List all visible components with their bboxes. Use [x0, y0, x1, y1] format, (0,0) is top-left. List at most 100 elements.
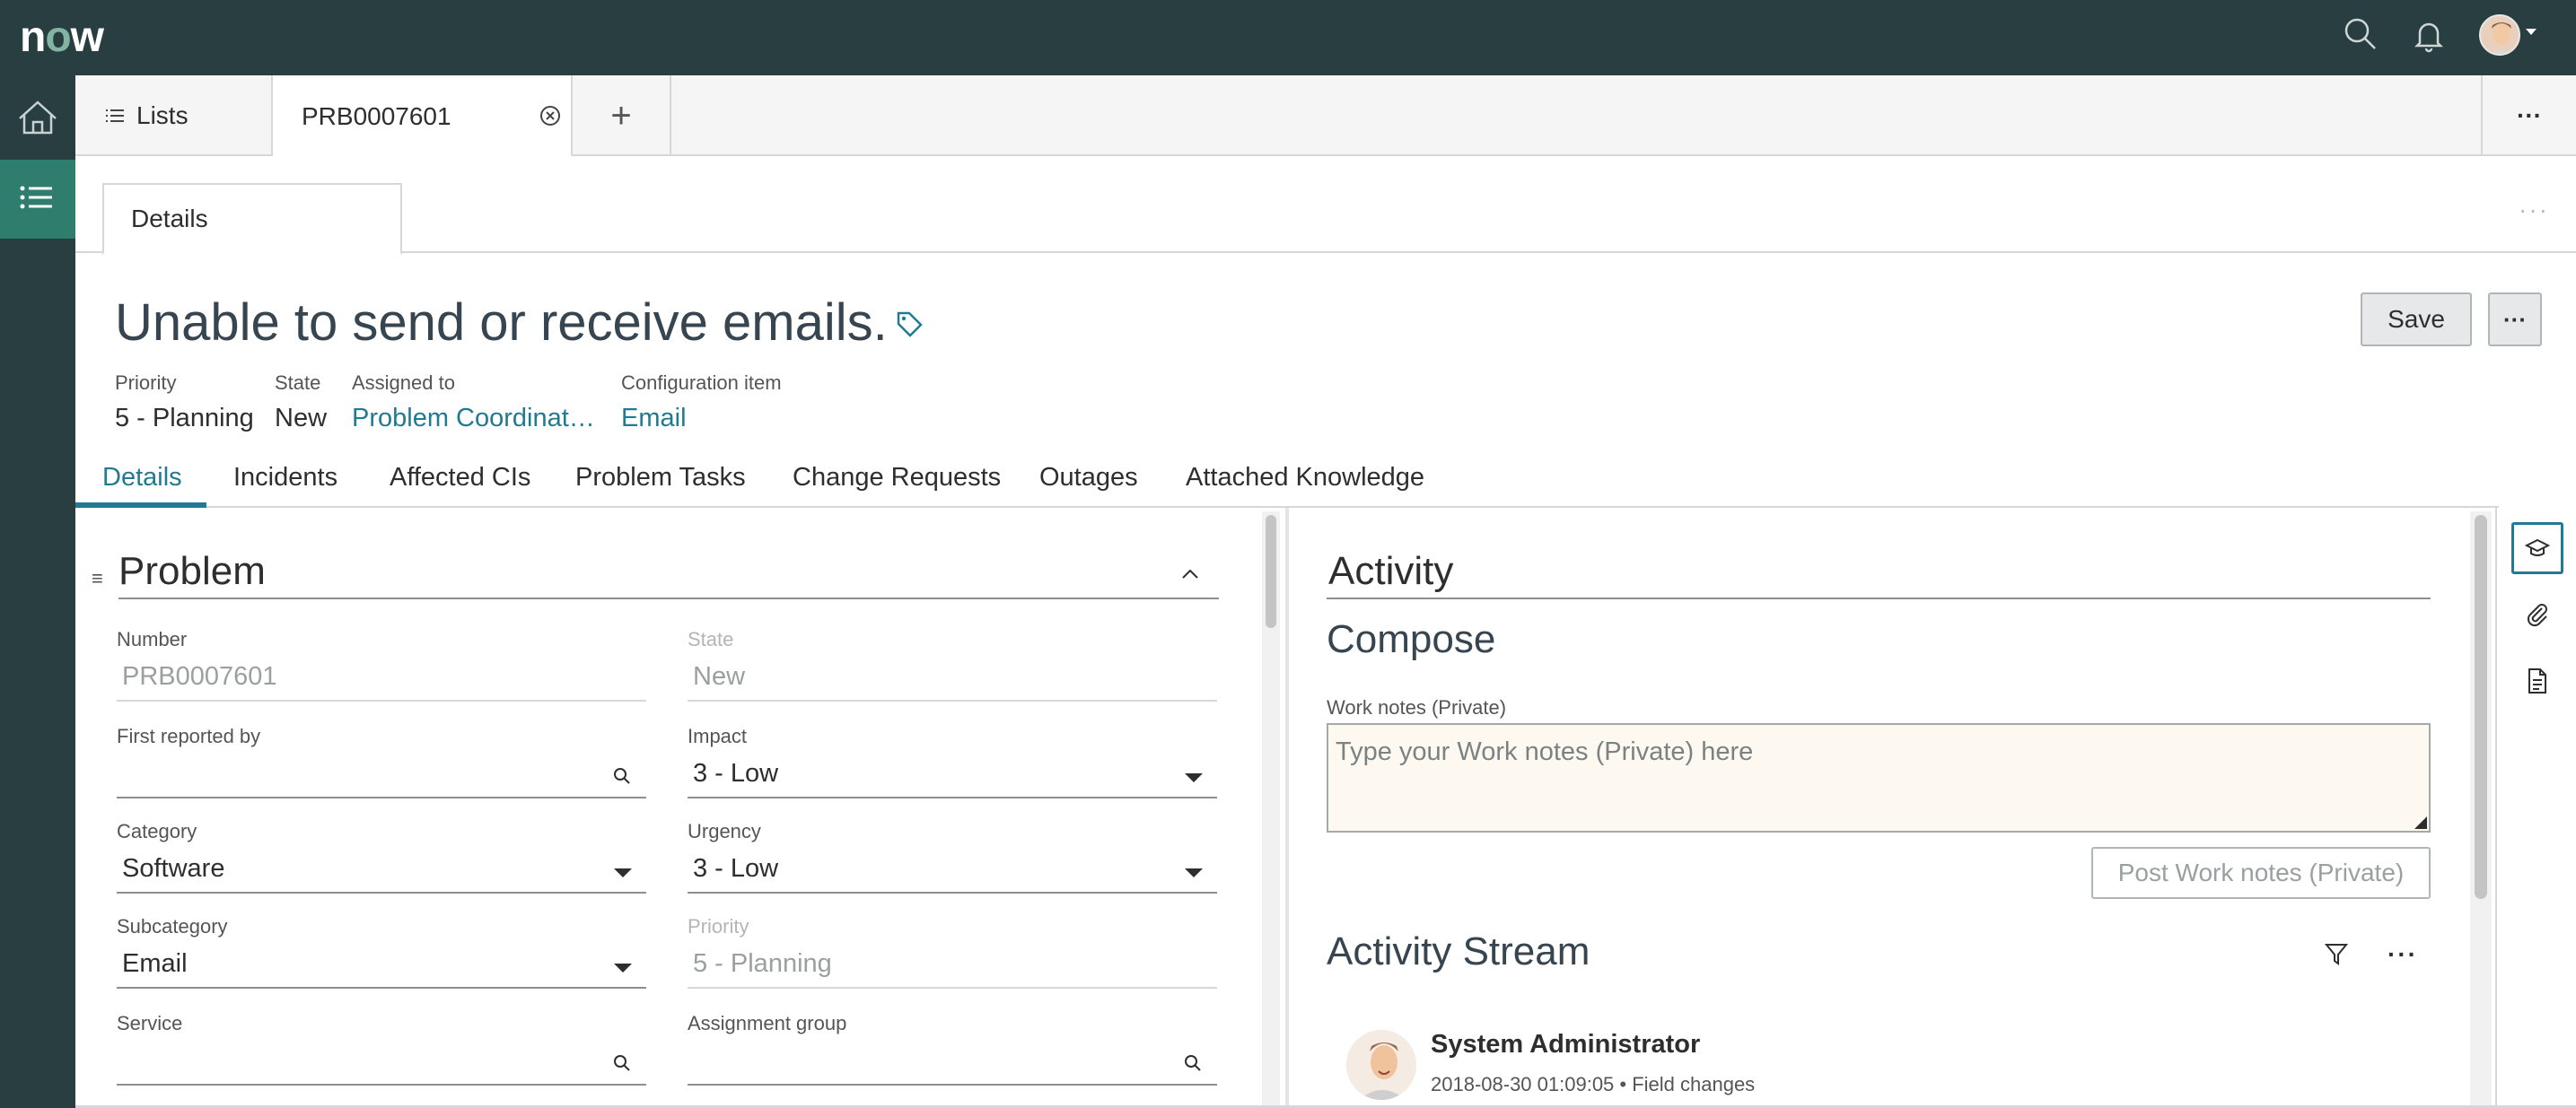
meta-state-label: State [275, 371, 321, 394]
tab-lists[interactable]: Lists [75, 75, 273, 156]
tab-bar-more-button[interactable]: ··· [2481, 75, 2576, 156]
close-tab-icon[interactable] [539, 104, 562, 127]
field-category[interactable]: Category Software [117, 820, 646, 894]
tab-details[interactable]: Details [102, 463, 182, 493]
field-label: Category [117, 820, 197, 842]
scrollbar-thumb[interactable] [2475, 515, 2487, 899]
field-label: Assignment group [688, 1012, 847, 1034]
post-work-notes-button[interactable]: Post Work notes (Private) [2091, 847, 2431, 899]
list-icon [20, 186, 52, 209]
meta-configuration-item: Configuration item Email [621, 371, 782, 433]
scrollbar-thumb[interactable] [1266, 515, 1276, 628]
chevron-up-icon[interactable] [1181, 565, 1199, 583]
field-label: Number [117, 628, 188, 650]
entry-meta: 2018-08-30 01:09:05 • Field changes [1431, 1073, 1756, 1095]
home-icon [19, 100, 57, 135]
activity-scrollbar[interactable] [2470, 511, 2492, 1108]
priority-value: 5 - Planning [693, 949, 832, 978]
urgency-select[interactable]: 3 - Low [693, 854, 778, 884]
search-icon[interactable] [612, 1053, 632, 1073]
field-label: First reported by [117, 725, 261, 747]
field-label: Service [117, 1012, 183, 1034]
form-scrollbar[interactable] [1262, 511, 1280, 1108]
work-notes-textarea[interactable]: Type your Work notes (Private) here [1327, 723, 2431, 833]
drag-handle-icon[interactable]: ≡ [92, 567, 103, 590]
resize-handle-icon[interactable] [2414, 816, 2427, 829]
field-first-reported-by[interactable]: First reported by [117, 725, 646, 798]
list-icon [106, 109, 124, 122]
tab-attached-knowledge[interactable]: Attached Knowledge [1186, 463, 1424, 493]
dropdown-caret-icon[interactable] [1185, 773, 1203, 782]
meta-assigned-link[interactable]: Problem Coordinat… [352, 404, 595, 433]
field-label: Impact [688, 725, 748, 747]
field-label: Urgency [688, 820, 761, 842]
subcategory-select[interactable]: Email [122, 949, 188, 979]
agent-assist-button[interactable] [2511, 522, 2563, 574]
field-underline [688, 1084, 1217, 1086]
form-subtab-bar: Details ··· [75, 156, 2576, 255]
compose-title: Compose [1327, 617, 1496, 661]
search-icon[interactable] [612, 766, 632, 786]
more-icon: ··· [2517, 101, 2542, 129]
meta-state-value: New [275, 404, 328, 432]
dropdown-caret-icon[interactable] [614, 964, 632, 973]
field-urgency[interactable]: Urgency 3 - Low [688, 820, 1217, 894]
field-underline [117, 700, 646, 702]
panel-divider[interactable] [1285, 508, 1289, 1108]
field-underline [688, 987, 1217, 989]
paperclip-icon [2527, 604, 2547, 627]
work-notes-placeholder: Type your Work notes (Private) here [1336, 737, 1754, 766]
tab-problem-tasks[interactable]: Problem Tasks [575, 463, 746, 493]
rail-home-button[interactable] [0, 75, 75, 160]
tab-incidents[interactable]: Incidents [233, 463, 337, 493]
meta-priority-value: 5 - Planning [115, 404, 254, 432]
meta-ci-label: Configuration item [621, 371, 782, 394]
servicenow-logo[interactable]: now [20, 13, 104, 62]
tag-icon[interactable] [894, 309, 924, 339]
tab-change-requests[interactable]: Change Requests [793, 463, 1001, 493]
number-value: PRB0007601 [122, 662, 277, 691]
meta-assigned-to: Assigned to Problem Coordinat… [352, 371, 595, 433]
dropdown-caret-icon[interactable] [614, 868, 632, 877]
field-subcategory[interactable]: Subcategory Email [117, 915, 646, 989]
field-underline [688, 797, 1217, 798]
record-more-button[interactable]: ··· [2488, 292, 2542, 346]
tab-outages[interactable]: Outages [1039, 463, 1138, 493]
meta-ci-link[interactable]: Email [621, 404, 782, 433]
field-service[interactable]: Service [117, 1012, 646, 1086]
tab-record-prb0007601[interactable]: PRB0007601 [273, 75, 573, 158]
record-title: Unable to send or receive emails. [115, 293, 888, 352]
subtab-details-label: Details [131, 205, 208, 232]
filter-icon[interactable] [2323, 940, 2350, 967]
search-icon[interactable] [2339, 14, 2382, 57]
rail-lists-button[interactable] [0, 160, 75, 239]
field-priority: Priority 5 - Planning [688, 915, 1217, 989]
search-icon[interactable] [1183, 1053, 1203, 1073]
dropdown-caret-icon[interactable] [1185, 868, 1203, 877]
tab-record-label: PRB0007601 [302, 102, 451, 130]
document-button[interactable] [2511, 655, 2563, 707]
field-state: State New [688, 628, 1217, 702]
top-header: now [0, 0, 2576, 75]
field-assignment-group[interactable]: Assignment group [688, 1012, 1217, 1086]
stream-more-icon[interactable]: ··· [2388, 940, 2418, 969]
save-button[interactable]: Save [2361, 292, 2472, 346]
avatar-menu-caret-icon[interactable] [2526, 29, 2537, 35]
attachments-button[interactable] [2511, 589, 2563, 641]
bell-icon[interactable] [2407, 14, 2450, 57]
plus-icon: + [610, 95, 632, 135]
workspace-tab-bar: Lists PRB0007601 + ··· [75, 75, 2576, 158]
tab-affected-cis[interactable]: Affected CIs [390, 463, 530, 493]
add-tab-button[interactable]: + [573, 75, 671, 156]
impact-select[interactable]: 3 - Low [693, 759, 778, 789]
section-divider [118, 598, 1219, 599]
subtab-details[interactable]: Details [102, 183, 402, 255]
field-underline [117, 797, 646, 798]
meta-priority-label: Priority [115, 371, 177, 394]
meta-assigned-label: Assigned to [352, 371, 455, 394]
field-underline [117, 892, 646, 894]
category-select[interactable]: Software [122, 854, 224, 884]
user-avatar[interactable] [2479, 14, 2520, 56]
subtab-more-icon[interactable]: ··· [2519, 196, 2549, 224]
field-impact[interactable]: Impact 3 - Low [688, 725, 1217, 798]
